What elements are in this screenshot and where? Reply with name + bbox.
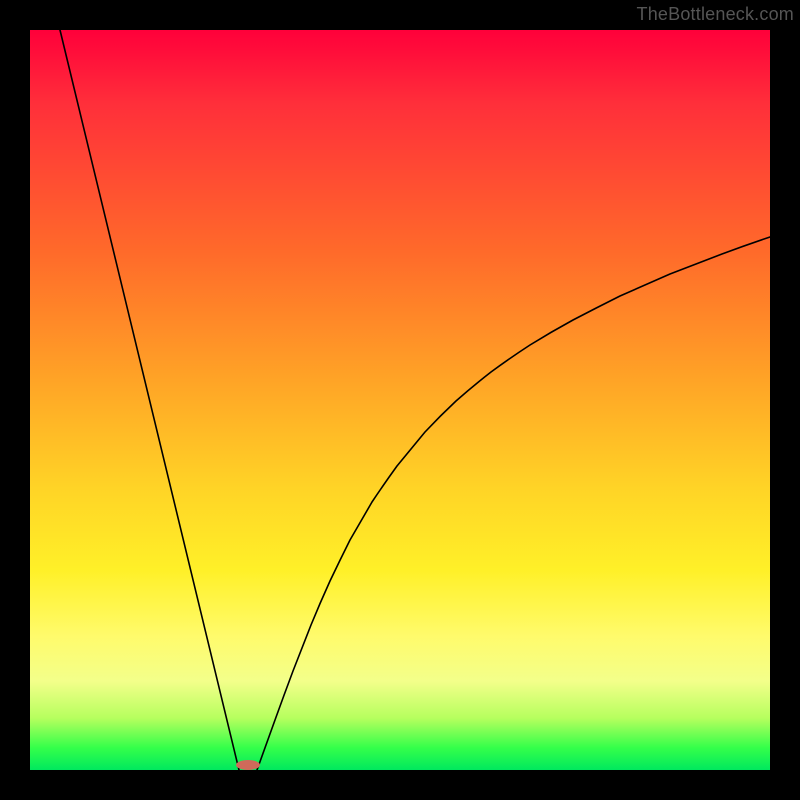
chart-frame: TheBottleneck.com — [0, 0, 800, 800]
curve-right-branch — [257, 237, 770, 770]
chart-svg — [30, 30, 770, 770]
attribution-text: TheBottleneck.com — [637, 4, 794, 25]
valley-marker — [236, 760, 260, 770]
curve-left-branch — [60, 30, 239, 770]
plot-area — [30, 30, 770, 770]
